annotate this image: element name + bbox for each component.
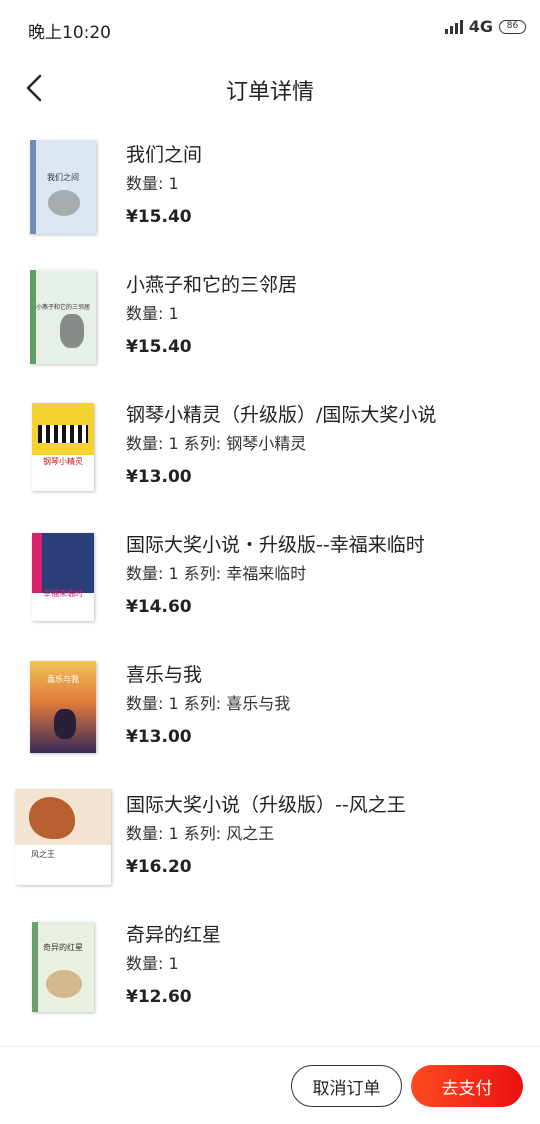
page-title: 订单详情	[225, 80, 314, 105]
book-cover: 风之王	[14, 788, 112, 886]
cover-title: 小燕子和它的三邻居	[35, 303, 90, 311]
item-spec: 数量: 1 系列: 喜乐与我	[126, 694, 291, 713]
book-cover: 喜乐与我	[14, 658, 112, 756]
item-spec: 数量: 1	[126, 174, 179, 193]
book-cover: 我们之间	[14, 138, 112, 236]
status-bar: 晚上10:20 4G 86	[0, 0, 540, 58]
book-cover-image: 幸福来临时	[32, 533, 94, 621]
cancel-order-button[interactable]: 取消订单	[291, 1065, 402, 1107]
book-cover-image: 小燕子和它的三邻居	[30, 270, 96, 364]
book-cover-image: 我们之间	[30, 140, 96, 234]
item-name: 国际大奖小说（升级版）--风之王	[126, 794, 406, 816]
item-name: 喜乐与我	[126, 664, 203, 686]
order-item[interactable]: 小燕子和它的三邻居 小燕子和它的三邻居 数量: 1 ¥15.40	[0, 258, 540, 388]
cover-title: 钢琴小精灵	[43, 456, 83, 466]
item-name: 小燕子和它的三邻居	[126, 274, 298, 296]
item-name: 钢琴小精灵（升级版）/国际大奖小说	[126, 404, 437, 426]
order-item[interactable]: 我们之间 我们之间 数量: 1 ¥15.40	[0, 128, 540, 258]
item-price: ¥15.40	[126, 337, 192, 357]
order-item[interactable]: 钢琴小精灵 钢琴小精灵（升级版）/国际大奖小说 数量: 1 系列: 钢琴小精灵 …	[0, 388, 540, 518]
item-spec: 数量: 1	[126, 954, 179, 973]
item-name: 国际大奖小说・升级版--幸福来临时	[126, 534, 425, 556]
item-spec: 数量: 1 系列: 幸福来临时	[126, 564, 307, 583]
status-time: 晚上10:20	[28, 23, 111, 43]
item-name: 奇异的红星	[126, 924, 222, 946]
signal-icon	[444, 19, 463, 34]
book-cover: 钢琴小精灵	[14, 398, 112, 496]
cover-title: 喜乐与我	[47, 674, 79, 684]
book-cover-image: 奇异的红星	[32, 922, 94, 1012]
cover-title: 幸福来临时	[43, 588, 83, 598]
status-icons: 4G 86	[444, 17, 526, 36]
book-cover-image: 风之王	[15, 789, 111, 885]
order-item[interactable]: 风之王 国际大奖小说（升级版）--风之王 数量: 1 系列: 风之王 ¥16.2…	[0, 778, 540, 908]
item-price: ¥13.00	[126, 467, 192, 487]
book-cover-image: 钢琴小精灵	[32, 403, 94, 491]
book-cover: 奇异的红星	[14, 918, 112, 1016]
cover-title: 我们之间	[47, 172, 79, 182]
cover-title: 奇异的红星	[43, 942, 83, 952]
bottom-action-bar: 取消订单 去支付	[0, 1046, 540, 1124]
item-spec: 数量: 1	[126, 304, 179, 323]
cover-title: 风之王	[31, 849, 55, 859]
item-price: ¥16.20	[126, 857, 192, 877]
item-price: ¥12.60	[126, 987, 192, 1007]
nav-bar: 订单详情	[0, 58, 540, 120]
item-name: 我们之间	[126, 144, 203, 166]
book-cover-image: 喜乐与我	[30, 661, 96, 753]
order-item[interactable]: 奇异的红星 奇异的红星 数量: 1 ¥12.60	[0, 908, 540, 1038]
item-spec: 数量: 1 系列: 风之王	[126, 824, 275, 843]
item-price: ¥13.00	[126, 727, 192, 747]
book-cover: 幸福来临时	[14, 528, 112, 626]
order-list: 我们之间 我们之间 数量: 1 ¥15.40 小燕子和它的三邻居 小燕子和它的三…	[0, 128, 540, 1038]
order-item[interactable]: 喜乐与我 喜乐与我 数量: 1 系列: 喜乐与我 ¥13.00	[0, 648, 540, 778]
order-item[interactable]: 幸福来临时 国际大奖小说・升级版--幸福来临时 数量: 1 系列: 幸福来临时 …	[0, 518, 540, 648]
item-spec: 数量: 1 系列: 钢琴小精灵	[126, 434, 307, 453]
battery-icon: 86	[499, 19, 526, 34]
pay-button[interactable]: 去支付	[411, 1065, 523, 1107]
network-type: 4G	[468, 17, 493, 36]
item-price: ¥15.40	[126, 207, 192, 227]
item-price: ¥14.60	[126, 597, 192, 617]
book-cover: 小燕子和它的三邻居	[14, 268, 112, 366]
